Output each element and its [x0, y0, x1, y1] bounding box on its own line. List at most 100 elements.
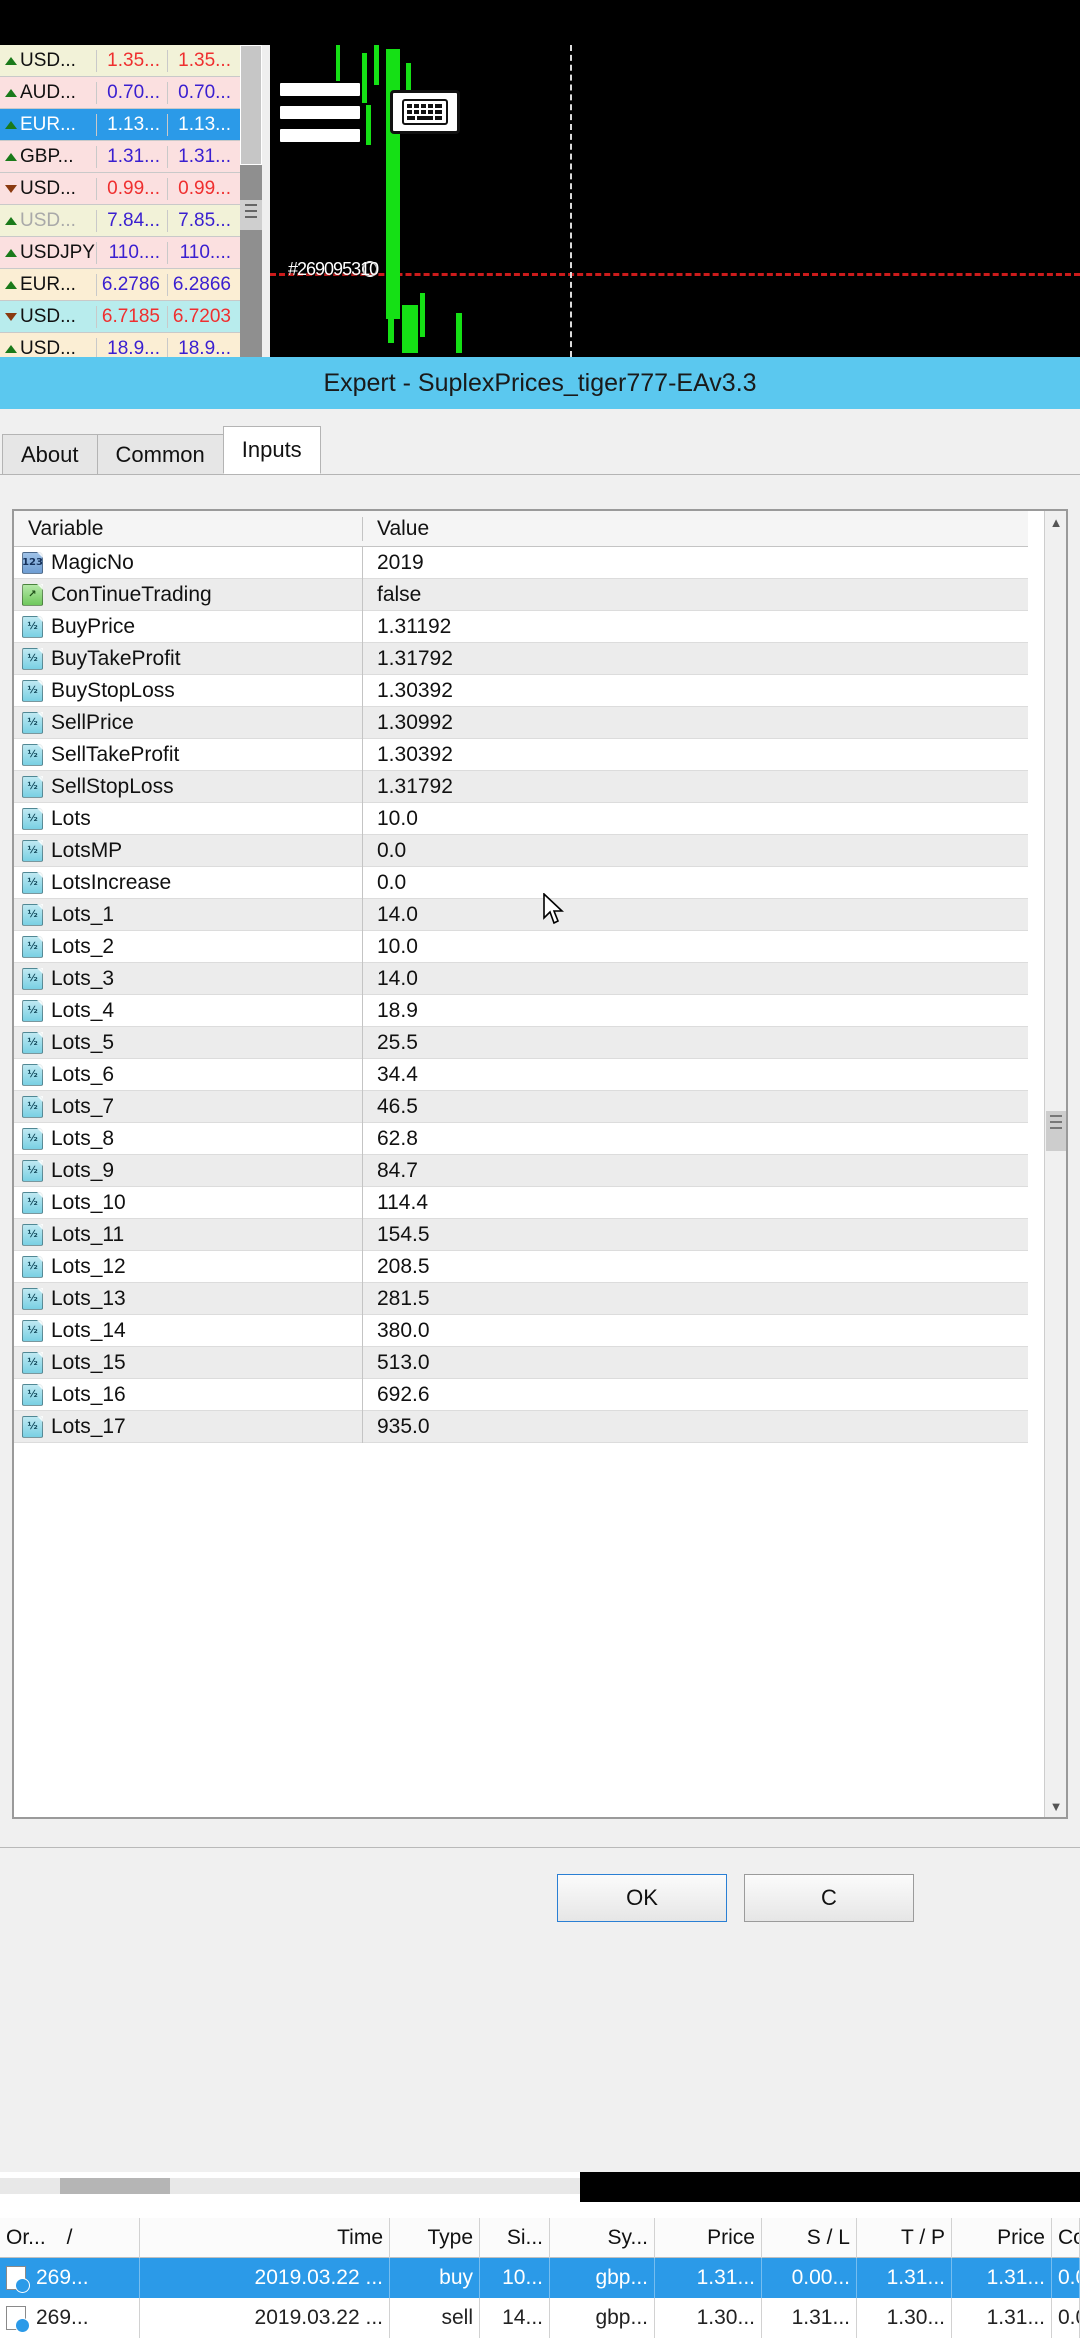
- bid-cell[interactable]: 0.70...: [96, 82, 167, 104]
- variable-cell[interactable]: ½Lots_13: [14, 1287, 362, 1311]
- scroll-up-arrow[interactable]: ▲: [1045, 511, 1067, 533]
- variable-cell[interactable]: ½SellStopLoss: [14, 775, 362, 799]
- symbol-cell[interactable]: USD...: [0, 306, 96, 328]
- cancel-button[interactable]: C: [744, 1874, 914, 1922]
- market-watch-scrollbar[interactable]: [240, 45, 262, 357]
- value-cell[interactable]: 10.0: [362, 931, 1028, 963]
- market-watch-row[interactable]: USD...18.9...18.9...: [0, 333, 240, 357]
- market-watch-row[interactable]: EUR...6.27866.2866: [0, 269, 240, 301]
- grid-scrollbar-thumb[interactable]: [1046, 1111, 1066, 1151]
- ask-cell[interactable]: 0.99...: [167, 178, 238, 200]
- grid-row[interactable]: ½Lots_746.5: [14, 1091, 1028, 1123]
- order-cell[interactable]: 269...: [0, 2298, 140, 2338]
- bid-cell[interactable]: 1.35...: [96, 50, 167, 72]
- market-watch-row[interactable]: EUR...1.13...1.13...: [0, 109, 240, 141]
- value-cell[interactable]: 14.0: [362, 963, 1028, 995]
- bid-cell[interactable]: 6.7185: [96, 306, 167, 328]
- value-cell[interactable]: 14.0: [362, 899, 1028, 931]
- grid-row[interactable]: ½Lots_525.5: [14, 1027, 1028, 1059]
- header-time[interactable]: Time: [140, 2218, 390, 2258]
- ask-cell[interactable]: 6.7203: [167, 306, 238, 328]
- header-order[interactable]: Or... /: [0, 2218, 140, 2258]
- symbol-cell[interactable]: EUR...: [0, 114, 96, 136]
- value-cell[interactable]: 62.8: [362, 1123, 1028, 1155]
- terminal-trade-table[interactable]: Or... /TimeTypeSi...Sy...PriceS / LT / P…: [0, 2218, 1080, 2340]
- value-cell[interactable]: 1.31792: [362, 771, 1028, 803]
- grid-row[interactable]: ½BuyTakeProfit1.31792: [14, 643, 1028, 675]
- grid-row[interactable]: ½Lots_14380.0: [14, 1315, 1028, 1347]
- grid-row[interactable]: ½BuyStopLoss1.30392: [14, 675, 1028, 707]
- value-cell[interactable]: 10.0: [362, 803, 1028, 835]
- table-row[interactable]: 269...2019.03.22 ...buy10...gbp...1.31..…: [0, 2258, 1080, 2298]
- column-header-variable[interactable]: Variable: [14, 517, 362, 541]
- variable-cell[interactable]: ↗ConTinueTrading: [14, 583, 362, 607]
- variable-cell[interactable]: ½Lots_16: [14, 1383, 362, 1407]
- symbol-cell[interactable]: USD...: [0, 178, 96, 200]
- scrollbar-thumb[interactable]: [240, 45, 262, 165]
- grid-row[interactable]: ½Lots_418.9: [14, 995, 1028, 1027]
- market-watch-row[interactable]: AUD...0.70...0.70...: [0, 77, 240, 109]
- value-cell[interactable]: 84.7: [362, 1155, 1028, 1187]
- value-cell[interactable]: 114.4: [362, 1187, 1028, 1219]
- variable-cell[interactable]: ½BuyPrice: [14, 615, 362, 639]
- inputs-grid[interactable]: Variable Value 123MagicNo2019↗ConTinueTr…: [12, 509, 1068, 1819]
- bid-cell[interactable]: 110....: [96, 242, 167, 264]
- scrollbar-grip[interactable]: [240, 200, 262, 230]
- ask-cell[interactable]: 110....: [167, 242, 238, 264]
- scroll-down-arrow[interactable]: ▼: [1045, 1795, 1067, 1817]
- grid-row[interactable]: ½Lots_17935.0: [14, 1411, 1028, 1443]
- header-tp[interactable]: T / P: [857, 2218, 952, 2258]
- bid-cell[interactable]: 0.99...: [96, 178, 167, 200]
- grid-row[interactable]: ½SellPrice1.30992: [14, 707, 1028, 739]
- variable-cell[interactable]: ½Lots_1: [14, 903, 362, 927]
- bid-cell[interactable]: 7.84...: [96, 210, 167, 232]
- symbol-cell[interactable]: USDJPY: [0, 242, 96, 264]
- ok-button[interactable]: OK: [557, 1874, 727, 1922]
- value-cell[interactable]: 0.0: [362, 835, 1028, 867]
- value-cell[interactable]: 154.5: [362, 1219, 1028, 1251]
- symbol-cell[interactable]: USD...: [0, 338, 96, 358]
- market-watch-row[interactable]: USDJPY110....110....: [0, 237, 240, 269]
- value-cell[interactable]: 2019: [362, 547, 1028, 579]
- value-cell[interactable]: 18.9: [362, 995, 1028, 1027]
- variable-cell[interactable]: ½LotsMP: [14, 839, 362, 863]
- variable-cell[interactable]: ½Lots_14: [14, 1319, 362, 1343]
- header-type[interactable]: Type: [390, 2218, 480, 2258]
- grid-row[interactable]: ½Lots_12208.5: [14, 1251, 1028, 1283]
- variable-cell[interactable]: ½Lots_4: [14, 999, 362, 1023]
- grid-row[interactable]: 123MagicNo2019: [14, 547, 1028, 579]
- value-cell[interactable]: 935.0: [362, 1411, 1028, 1443]
- table-row[interactable]: 269...2019.03.22 ...sell14...gbp...1.30.…: [0, 2298, 1080, 2338]
- tab-about[interactable]: About: [2, 434, 98, 474]
- grid-row[interactable]: ↗ConTinueTradingfalse: [14, 579, 1028, 611]
- grid-row[interactable]: ½Lots_314.0: [14, 963, 1028, 995]
- grid-row[interactable]: ½Lots_16692.6: [14, 1379, 1028, 1411]
- order-cell[interactable]: 269...: [0, 2258, 140, 2298]
- value-cell[interactable]: 34.4: [362, 1059, 1028, 1091]
- variable-cell[interactable]: ½Lots: [14, 807, 362, 831]
- panel-splitter[interactable]: [262, 45, 270, 357]
- grid-row[interactable]: ½Lots_15513.0: [14, 1347, 1028, 1379]
- grid-row[interactable]: ½Lots_210.0: [14, 931, 1028, 963]
- symbol-cell[interactable]: USD...: [0, 50, 96, 72]
- value-cell[interactable]: 1.30392: [362, 739, 1028, 771]
- variable-cell[interactable]: ½Lots_12: [14, 1255, 362, 1279]
- bid-cell[interactable]: 1.31...: [96, 146, 167, 168]
- market-watch-row[interactable]: USD...6.71856.7203: [0, 301, 240, 333]
- symbol-cell[interactable]: GBP...: [0, 146, 96, 168]
- value-cell[interactable]: 1.30392: [362, 675, 1028, 707]
- value-cell[interactable]: 46.5: [362, 1091, 1028, 1123]
- variable-cell[interactable]: ½Lots_15: [14, 1351, 362, 1375]
- ask-cell[interactable]: 7.85...: [167, 210, 238, 232]
- grid-row[interactable]: ½SellStopLoss1.31792: [14, 771, 1028, 803]
- keyboard-icon[interactable]: [390, 90, 460, 134]
- variable-cell[interactable]: ½Lots_8: [14, 1127, 362, 1151]
- value-cell[interactable]: 692.6: [362, 1379, 1028, 1411]
- value-cell[interactable]: 1.31792: [362, 643, 1028, 675]
- grid-row[interactable]: ½Lots_11154.5: [14, 1219, 1028, 1251]
- header-symbol[interactable]: Sy...: [550, 2218, 655, 2258]
- column-header-value[interactable]: Value: [362, 517, 1028, 541]
- variable-cell[interactable]: ½Lots_2: [14, 935, 362, 959]
- bid-cell[interactable]: 18.9...: [96, 338, 167, 358]
- market-watch-row[interactable]: GBP...1.31...1.31...: [0, 141, 240, 173]
